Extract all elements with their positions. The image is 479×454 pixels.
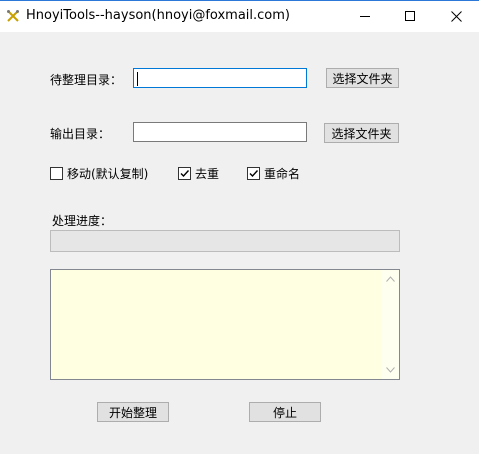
checkmark-icon <box>249 170 259 178</box>
move-checkbox[interactable]: 移动(默认复制) <box>50 165 148 182</box>
minimize-icon <box>359 16 370 17</box>
dedupe-checkbox[interactable]: 去重 <box>178 165 219 182</box>
minimize-button[interactable] <box>342 1 388 32</box>
source-dir-input[interactable] <box>133 68 307 88</box>
source-browse-button[interactable]: 选择文件夹 <box>326 68 399 88</box>
stop-button[interactable]: 停止 <box>249 402 321 422</box>
scroll-up-icon[interactable] <box>386 276 395 282</box>
source-dir-label: 待整理目录： <box>50 73 123 87</box>
start-button[interactable]: 开始整理 <box>97 402 169 422</box>
progress-label: 处理进度： <box>52 214 113 228</box>
maximize-button[interactable] <box>387 1 433 32</box>
text-caret <box>137 72 138 86</box>
move-checkbox-box[interactable] <box>50 167 63 180</box>
output-dir-label: 输出目录： <box>50 127 111 141</box>
move-checkbox-label: 移动(默认复制) <box>67 167 149 181</box>
rename-checkbox-label: 重命名 <box>264 167 301 181</box>
dedupe-checkbox-label: 去重 <box>195 167 220 181</box>
title-bar[interactable]: HnoyiTools--hayson(hnoyi@foxmail.com) <box>0 0 479 32</box>
maximize-icon <box>404 11 415 21</box>
output-dir-input[interactable] <box>133 122 307 142</box>
log-textarea[interactable] <box>50 269 400 380</box>
rename-checkbox[interactable]: 重命名 <box>247 165 300 182</box>
window-title: HnoyiTools--hayson(hnoyi@foxmail.com) <box>26 8 290 23</box>
close-button[interactable] <box>433 1 479 32</box>
log-scrollbar[interactable] <box>382 270 399 379</box>
dedupe-checkbox-box[interactable] <box>178 167 191 180</box>
output-browse-button[interactable]: 选择文件夹 <box>324 123 399 143</box>
app-window: HnoyiTools--hayson(hnoyi@foxmail.com) 待整… <box>0 0 479 454</box>
progress-bar <box>50 230 400 252</box>
close-icon <box>450 11 462 22</box>
tools-app-icon <box>7 10 19 22</box>
scroll-down-icon[interactable] <box>386 367 395 373</box>
rename-checkbox-box[interactable] <box>247 167 260 180</box>
checkmark-icon <box>180 170 190 178</box>
